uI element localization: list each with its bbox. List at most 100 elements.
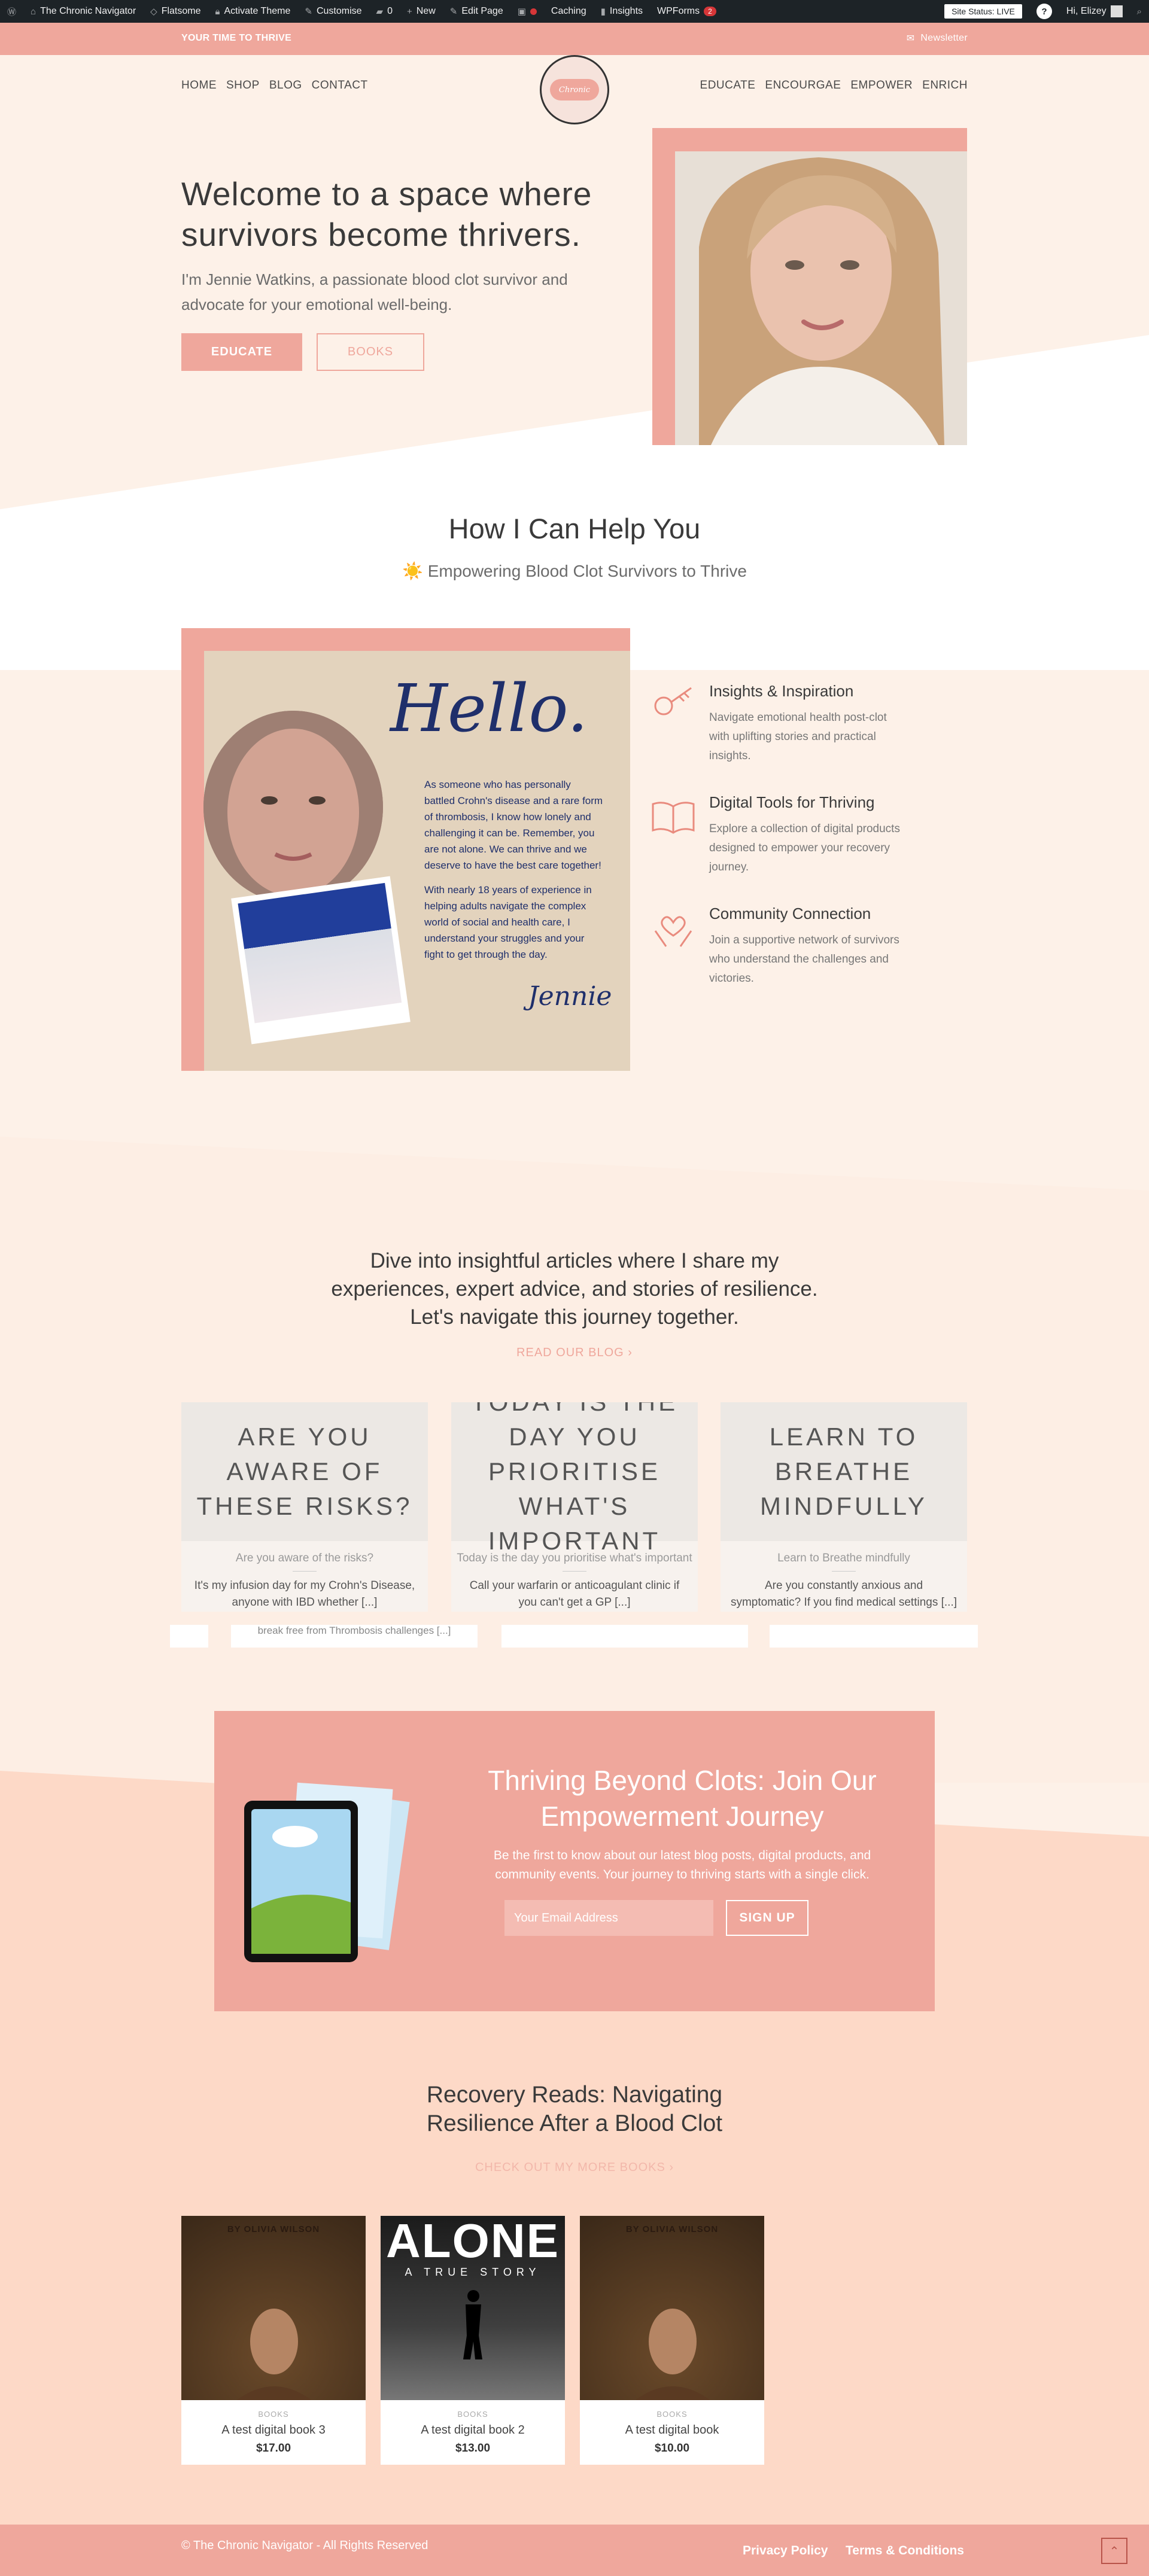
email-field[interactable]: Your Email Address [504, 1900, 713, 1936]
book-card[interactable]: BY OLIVIA WILSON BOOKS A test digital bo… [181, 2216, 366, 2465]
search-icon[interactable]: ⌕ [1137, 7, 1142, 17]
blog-card-title[interactable]: Learn to Breathe mindfully [721, 1541, 967, 1565]
hello-body-text: As someone who has personally battled Cr… [424, 779, 603, 960]
blog-card[interactable]: LEARN TO BREATHE MINDFULLY Learn to Brea… [721, 1402, 967, 1612]
admin-new[interactable]: + New [400, 0, 443, 23]
book-cover-image: ALONE A TRUE STORY [381, 2216, 565, 2400]
newsletter-subtitle: Be the first to know about our latest bl… [493, 1849, 871, 1881]
nav-left: HOME SHOP BLOG CONTACT [181, 79, 368, 92]
book-name[interactable]: A test digital book [580, 2423, 764, 2437]
admin-wpforms[interactable]: WPForms 2 [650, 0, 724, 23]
hands-heart-icon [654, 916, 692, 947]
newsletter-link[interactable]: ✉ Newsletter [907, 32, 968, 44]
nav-educate[interactable]: EDUCATE [700, 79, 756, 92]
lock-icon: 🔒︎ [215, 6, 220, 17]
hero-subtitle: I'm Jennie Watkins, a passionate blood c… [181, 270, 568, 313]
hello-script-heading: Hello. [390, 670, 588, 747]
feature-desc: Navigate emotional health post-clot with… [709, 711, 887, 762]
feature-title: Insights & Inspiration [709, 682, 854, 700]
help-section-title: How I Can Help You [448, 513, 701, 544]
hero-portrait-photo [675, 151, 967, 445]
book-name[interactable]: A test digital book 3 [181, 2423, 366, 2437]
ghost-card [770, 1625, 978, 1648]
nav-shop[interactable]: SHOP [226, 79, 260, 92]
feature-title: Community Connection [709, 905, 871, 922]
blog-card[interactable]: ARE YOU AWARE OF THESE RISKS? Are you aw… [181, 1402, 428, 1612]
ghost-card [170, 1625, 208, 1648]
site-footer: © The Chronic Navigator - All Rights Res… [0, 2525, 1149, 2576]
hello-signature: Jennie [528, 981, 612, 1012]
admin-site-name[interactable]: ⌂ The Chronic Navigator [23, 0, 143, 23]
envelope-icon: ✉ [906, 34, 915, 44]
help-section-subtitle: ☀️ Empowering Blood Clot Survivors to Th… [402, 562, 747, 580]
admin-flatsome[interactable]: ◇ Flatsome [143, 0, 208, 23]
more-books-link[interactable]: CHECK OUT MY MORE BOOKS › [0, 2161, 1149, 2175]
ghost-card [501, 1625, 748, 1648]
book-cover-image: BY OLIVIA WILSON [181, 2216, 366, 2400]
chevron-right-icon: › [669, 2161, 674, 2174]
nav-right: EDUCATE ENCOURGAE EMPOWER ENRICH [700, 79, 968, 92]
admin-edit-page[interactable]: ✎ Edit Page [443, 0, 510, 23]
feature-desc: Explore a collection of digital products… [709, 823, 900, 873]
nav-blog[interactable]: BLOG [269, 79, 302, 92]
nav-encourage[interactable]: ENCOURGAE [765, 79, 841, 92]
nav-empower[interactable]: EMPOWER [850, 79, 913, 92]
blog-card-image: ARE YOU AWARE OF THESE RISKS? [181, 1402, 428, 1541]
yoast-icon: ▣ [517, 7, 526, 17]
site-header: HOME SHOP BLOG CONTACT Chronic EDUCATE E… [0, 55, 1149, 127]
blog-card-excerpt: Call your warfarin or anticoagulant clin… [469, 1579, 680, 1609]
admin-caching[interactable]: Caching [544, 0, 594, 23]
blog-card-title[interactable]: Are you aware of the risks? [181, 1541, 428, 1565]
tablet-illustration-icon [244, 1782, 410, 1962]
help-icon[interactable]: ? [1036, 4, 1052, 19]
book-category: BOOKS [656, 2410, 688, 2419]
site-logo[interactable]: Chronic [540, 55, 609, 124]
blog-intro: Dive into insightful articles where I sh… [331, 1249, 818, 1329]
book-category: BOOKS [258, 2410, 289, 2419]
admin-comments[interactable]: ▰ 0 [369, 0, 400, 23]
newsletter-title: Thriving Beyond Clots: Join Our Empowerm… [488, 1765, 877, 1832]
book-card[interactable]: ALONE A TRUE STORY BOOKS A test digital … [381, 2216, 565, 2465]
pencil-icon: ✎ [449, 7, 458, 17]
chevron-right-icon: › [628, 1346, 633, 1359]
nav-enrich[interactable]: ENRICH [922, 79, 968, 92]
read-blog-link[interactable]: READ OUR BLOG › [0, 1346, 1149, 1360]
wordpress-logo-icon[interactable]: Ⓦ [0, 0, 23, 23]
avatar [1110, 5, 1123, 17]
seo-status-dot [530, 8, 537, 15]
top-bar: YOUR TIME TO THRIVE ✉ Newsletter [0, 23, 1149, 55]
book-card[interactable]: BY OLIVIA WILSON BOOKS A test digital bo… [580, 2216, 764, 2465]
admin-customise[interactable]: ✎ Customise [297, 0, 369, 23]
chart-icon: ▮ [600, 7, 606, 17]
admin-seo[interactable]: ▣ [510, 0, 544, 23]
nav-contact[interactable]: CONTACT [312, 79, 368, 92]
book-cover-image: BY OLIVIA WILSON [580, 2216, 764, 2400]
book-price: $10.00 [654, 2442, 690, 2455]
admin-insights[interactable]: ▮ Insights [594, 0, 650, 23]
key-icon [654, 687, 692, 715]
feature-title: Digital Tools for Thriving [709, 793, 875, 811]
privacy-policy-link[interactable]: Privacy Policy [743, 2544, 828, 2558]
books-button[interactable]: BOOKS [317, 333, 424, 371]
blog-card[interactable]: TODAY IS THE DAY YOU PRIORITISE WHAT'S I… [451, 1402, 698, 1612]
admin-activate-theme[interactable]: 🔒︎ Activate Theme [208, 0, 298, 23]
blog-card-image: LEARN TO BREATHE MINDFULLY [721, 1402, 967, 1541]
book-name[interactable]: A test digital book 2 [381, 2423, 565, 2437]
educate-button[interactable]: EDUCATE [181, 333, 302, 371]
flatsome-icon: ◇ [150, 7, 157, 17]
hero-title: Welcome to a space where survivors becom… [181, 175, 592, 253]
feature-desc: Join a supportive network of survivors w… [709, 934, 899, 985]
blog-card-image: TODAY IS THE DAY YOU PRIORITISE WHAT'S I… [451, 1402, 698, 1555]
sign-up-button[interactable]: SIGN UP [726, 1900, 808, 1936]
site-status-badge[interactable]: Site Status: LIVE [944, 4, 1022, 19]
back-to-top-icon[interactable]: ⌃ [1101, 2538, 1127, 2564]
admin-account[interactable]: Hi, Elizey [1059, 0, 1130, 23]
blog-card-excerpt: Are you constantly anxious and symptomat… [730, 1579, 957, 1609]
nav-home[interactable]: HOME [181, 79, 217, 92]
wpforms-badge: 2 [704, 7, 716, 16]
terms-link[interactable]: Terms & Conditions [846, 2544, 964, 2558]
books-section-title: Recovery Reads: Navigating Resilience Af… [426, 2082, 723, 2136]
comment-icon: ▰ [376, 7, 384, 17]
book-price: $17.00 [256, 2442, 291, 2455]
brush-icon: ✎ [305, 7, 312, 17]
